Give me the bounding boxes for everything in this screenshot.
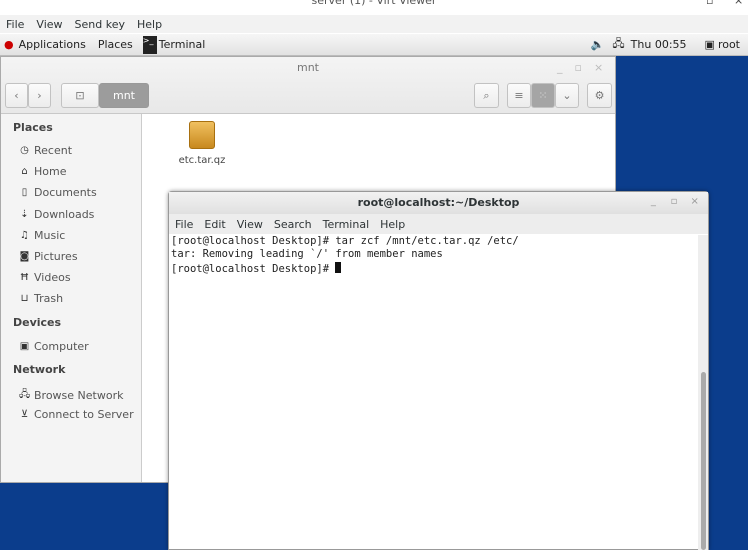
window-controls[interactable]: _▫× [557, 61, 615, 74]
terminal-prompt: [root@localhost Desktop]# [171, 262, 336, 275]
sidebar-item-videos[interactable]: Ħ Videos [19, 271, 71, 284]
volume-icon[interactable]: 🔈 [591, 38, 605, 51]
path-mnt-button[interactable]: mnt [99, 83, 149, 108]
sidebar-item-pictures[interactable]: ◙ Pictures [19, 250, 78, 263]
gear-icon: ⚙ [594, 89, 605, 102]
terminal-menu-view[interactable]: View [237, 218, 263, 231]
close-button[interactable]: × [684, 196, 705, 211]
sidebar-item-label: Music [34, 229, 66, 242]
devices-heading: Devices [13, 316, 62, 329]
search-icon: ⌕ [483, 88, 490, 102]
sidebar-item-connect-to-server[interactable]: ⊻ Connect to Server [19, 408, 134, 421]
sidebar-item-label: Downloads [34, 208, 95, 221]
sidebar-item-label: Trash [34, 292, 64, 305]
desktop-background [0, 483, 168, 550]
places-heading: Places [13, 121, 53, 134]
sidebar-item-label: Documents [34, 186, 97, 199]
menu-file[interactable]: File [6, 18, 24, 31]
home-icon: ⌂ [21, 166, 28, 177]
terminal-scrollbar-thumb[interactable] [701, 372, 706, 550]
document-icon: ▯ [21, 187, 28, 198]
menu-help[interactable]: Help [137, 18, 162, 31]
applications-menu[interactable]: Applications [19, 38, 86, 51]
sidebar-item-label: Recent [34, 144, 73, 157]
sidebar-item-music[interactable]: ♫ Music [19, 229, 65, 242]
server-icon: ⊻ [20, 409, 29, 420]
sidebar-item-label: Pictures [34, 250, 78, 263]
places-menu[interactable]: Places [98, 38, 133, 51]
music-icon: ♫ [20, 230, 29, 241]
terminal-menu-edit[interactable]: Edit [204, 218, 225, 231]
terminal-task-button[interactable]: Terminal [159, 38, 206, 51]
back-button[interactable]: ‹ [5, 83, 28, 108]
minimize-button[interactable]: _ [643, 196, 664, 211]
file-item[interactable]: etc.tar.qz [173, 121, 231, 166]
list-icon: ≡ [514, 89, 524, 102]
sidebar-item-trash[interactable]: ⊔ Trash [19, 292, 63, 305]
terminal-menu-terminal[interactable]: Terminal [323, 218, 370, 231]
network-icon: 🖧 [19, 389, 31, 400]
sidebar-item-label: Browse Network [34, 389, 124, 402]
view-options-button[interactable]: ⌄ [555, 83, 579, 108]
menu-send-key[interactable]: Send key [75, 18, 125, 31]
terminal-cursor [335, 261, 342, 273]
maximize-button[interactable]: ▫ [664, 196, 685, 211]
network-status-icon[interactable]: 🖧 [612, 35, 624, 54]
top-panel: ● Applications Places >_ Terminal 🔈 🖧 Th… [0, 34, 748, 56]
sidebar-item-computer[interactable]: ▣ Computer [19, 340, 89, 353]
terminal-menu-search[interactable]: Search [274, 218, 312, 231]
sidebar-item-label: Home [34, 165, 67, 178]
user-menu[interactable]: root [718, 38, 740, 51]
trash-icon: ⊔ [20, 293, 29, 304]
terminal-line: [root@localhost Desktop]# tar zcf /mnt/e… [171, 235, 519, 247]
terminal-task-icon: >_ [142, 35, 157, 54]
terminal-output[interactable]: [root@localhost Desktop]# tar zcf /mnt/e… [171, 235, 519, 276]
network-heading: Network [13, 363, 66, 376]
viewer-close-button[interactable]: × [734, 0, 743, 7]
sidebar-item-label: Connect to Server [34, 408, 134, 421]
sidebar-item-downloads[interactable]: ⇣ Downloads [19, 208, 94, 221]
sidebar-item-home[interactable]: ⌂ Home [19, 165, 66, 178]
viewer-title: server (1) - Virt Viewer [311, 0, 437, 7]
menu-view[interactable]: View [36, 18, 62, 31]
clock-icon: ◷ [20, 145, 29, 156]
window-title: mnt [297, 61, 319, 74]
file-manager-header: mnt _▫× ‹ › ⊡ mnt ⌕ ≡ ⁙ ⌄ ⚙ [1, 57, 615, 114]
drive-icon: ⊡ [75, 89, 85, 102]
sidebar-item-documents[interactable]: ▯ Documents [19, 186, 97, 199]
chevron-down-icon: ⌄ [562, 89, 572, 102]
sidebar-item-label: Computer [34, 340, 89, 353]
settings-button[interactable]: ⚙ [587, 83, 612, 108]
clock[interactable]: Thu 00:55 [631, 38, 687, 51]
grid-view-button[interactable]: ⁙ [531, 83, 555, 108]
sidebar-item-recent[interactable]: ◷ Recent [19, 144, 72, 157]
terminal-window-controls: _ ▫ × [643, 196, 705, 211]
sidebar-item-label: Videos [34, 271, 71, 284]
download-icon: ⇣ [20, 209, 29, 220]
viewer-menubar: File View Send key Help [0, 15, 748, 33]
terminal-title: root@localhost:~/Desktop [169, 192, 708, 214]
terminal-menu-help[interactable]: Help [380, 218, 405, 231]
forward-button[interactable]: › [28, 83, 51, 108]
drive-icon: ▣ [19, 341, 30, 352]
terminal-line: tar: Removing leading `/' from member na… [171, 248, 443, 261]
viewer-maximize-button[interactable]: ▫ [706, 0, 713, 7]
sidebar-item-browse-network[interactable]: 🖧 Browse Network [19, 387, 123, 404]
terminal-menu-file[interactable]: File [175, 218, 193, 231]
package-icon [189, 121, 215, 149]
root-location-button[interactable]: ⊡ [61, 83, 99, 108]
film-icon: Ħ [19, 272, 30, 283]
redhat-icon: ● [4, 38, 14, 51]
terminal-window: root@localhost:~/Desktop _ ▫ × File Edit… [168, 191, 709, 550]
grid-icon: ⁙ [538, 89, 548, 102]
list-view-button[interactable]: ≡ [507, 83, 531, 108]
terminal-menubar: File Edit View Search Terminal Help [169, 214, 708, 234]
file-name: etc.tar.qz [178, 155, 226, 166]
sidebar: Places ◷ Recent ⌂ Home ▯ Documents ⇣ Downloa… [1, 114, 142, 482]
user-icon: ▣ [704, 38, 715, 51]
search-button[interactable]: ⌕ [474, 83, 499, 108]
camera-icon: ◙ [19, 251, 30, 262]
